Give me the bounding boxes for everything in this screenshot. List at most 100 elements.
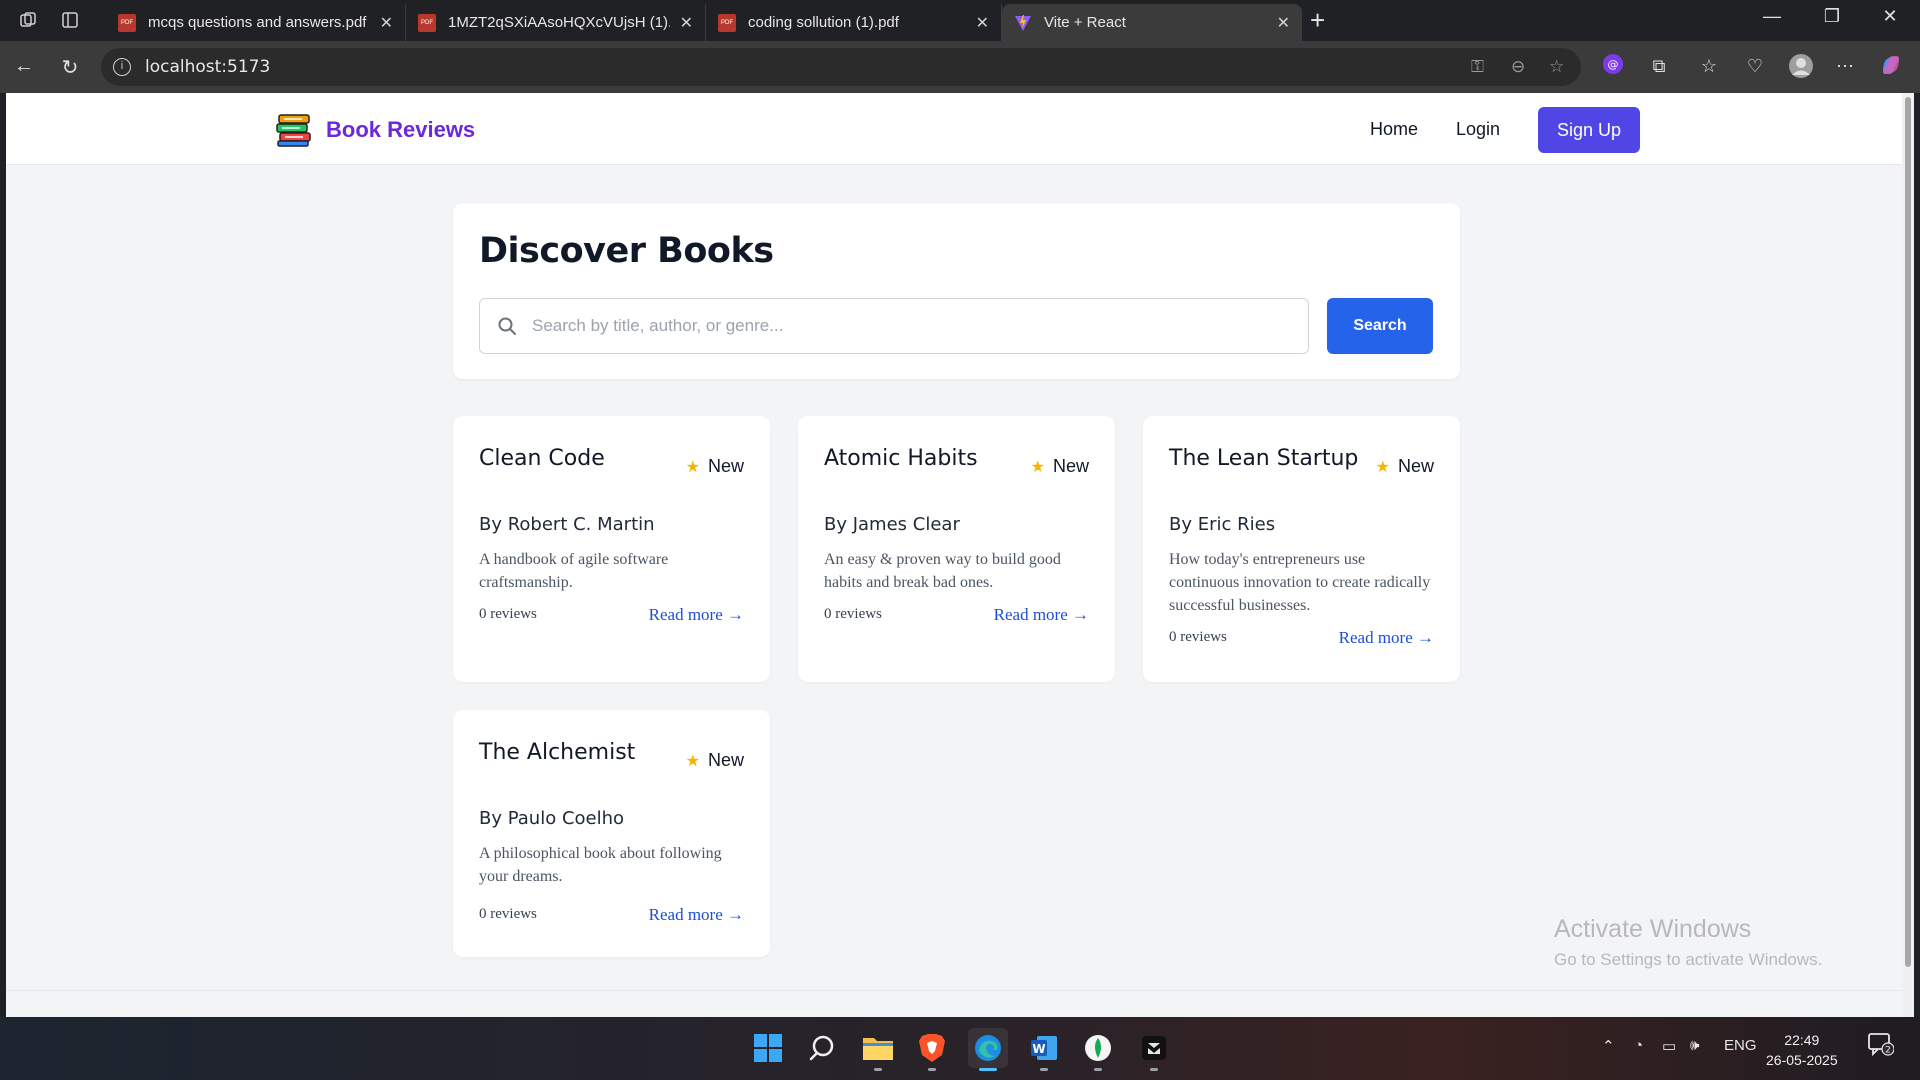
tray-overflow-icon[interactable]: ⌃ — [1602, 1037, 1615, 1055]
book-card[interactable]: Atomic Habits ★ New By James Clear An ea… — [798, 416, 1115, 682]
book-card[interactable]: The Alchemist ★ New By Paulo Coelho A ph… — [453, 710, 770, 957]
file-explorer-icon[interactable] — [858, 1028, 898, 1071]
book-card[interactable]: Clean Code ★ New By Robert C. Martin A h… — [453, 416, 770, 682]
watermark-subtitle: Go to Settings to activate Windows. — [1554, 950, 1823, 969]
app-icon[interactable] — [1134, 1028, 1174, 1071]
favorites-icon[interactable]: ☆ — [1696, 53, 1722, 79]
close-icon[interactable]: ✕ — [380, 13, 393, 33]
refresh-icon[interactable]: ↻ — [56, 55, 84, 80]
language-indicator[interactable]: ENG — [1724, 1037, 1757, 1054]
clock-date: 26-05-2025 — [1766, 1052, 1838, 1068]
address-bar[interactable]: i localhost:5173 ⚿ ⊖ ☆ — [101, 48, 1581, 86]
rating-text: New — [1052, 456, 1089, 476]
book-description: A handbook of agile software craftsmansh… — [479, 551, 669, 591]
wifi-icon[interactable]: ◔ — [1634, 1037, 1643, 1054]
book-title[interactable]: Clean Code — [479, 446, 605, 471]
tab-actions-icon[interactable] — [58, 9, 82, 31]
book-author: By Paulo Coelho — [479, 808, 625, 829]
mongodb-compass-icon[interactable] — [1078, 1028, 1118, 1071]
battery-icon[interactable]: ▭ — [1662, 1037, 1676, 1055]
clock[interactable]: 22:49 26-05-2025 — [1766, 1030, 1838, 1070]
rating-text: New — [707, 456, 744, 476]
tab-pdf-3[interactable]: PDF coding sollution (1).pdf ✕ — [706, 4, 1002, 41]
book-description: How today's entrepreneurs use continuous… — [1169, 551, 1431, 614]
svg-text:W: W — [1032, 1042, 1045, 1056]
read-more-link[interactable]: Read more → — [649, 905, 744, 925]
rating-badge: ★ New — [1031, 456, 1089, 477]
tab-pdf-1[interactable]: PDF mcqs questions and answers.pdf ✕ — [106, 4, 406, 41]
tab-vite-react[interactable]: Vite + React ✕ — [1002, 4, 1302, 41]
close-icon[interactable]: ✕ — [976, 13, 989, 33]
copilot-icon[interactable] — [1878, 53, 1904, 79]
brave-browser-icon[interactable] — [912, 1028, 952, 1071]
watermark-title: Activate Windows — [1554, 915, 1752, 943]
start-button-icon[interactable] — [748, 1028, 788, 1068]
footer-divider — [6, 990, 1902, 991]
windows-taskbar: W ⌃ ◔ ▭ 🕪 ENG 22:49 26-05-2025 2 — [0, 1017, 1920, 1080]
extensions-puzzle-icon[interactable]: ⧉ — [1646, 53, 1672, 79]
brand-name: Book Reviews — [326, 117, 476, 142]
new-tab-button[interactable]: + — [1310, 6, 1325, 34]
workspaces-icon[interactable] — [16, 9, 40, 31]
read-more-link[interactable]: Read more → — [994, 605, 1089, 625]
book-card[interactable]: The Lean Startup ★ New By Eric Ries How … — [1143, 416, 1460, 682]
more-options-icon[interactable]: ⋯ — [1832, 53, 1858, 79]
brand[interactable]: Book Reviews — [276, 113, 475, 147]
site-info-icon[interactable]: i — [113, 58, 131, 76]
rating-text: New — [1397, 456, 1434, 476]
page-scrollbar[interactable] — [1902, 93, 1914, 1017]
review-count: 0 reviews — [1169, 629, 1227, 645]
review-count: 0 reviews — [479, 606, 537, 622]
search-taskbar-icon[interactable] — [802, 1028, 842, 1068]
book-title[interactable]: The Alchemist — [479, 740, 635, 765]
zoom-icon[interactable]: ⊖ — [1511, 57, 1525, 77]
extension-icon[interactable]: @ — [1600, 53, 1626, 79]
read-more-link[interactable]: Read more → — [649, 605, 744, 625]
notification-count: 2 — [1885, 1046, 1891, 1056]
vite-icon — [1015, 14, 1031, 31]
search-field[interactable] — [479, 298, 1309, 354]
page-title: Discover Books — [479, 231, 774, 271]
signup-button[interactable]: Sign Up — [1538, 107, 1640, 153]
rating-badge: ★ New — [686, 456, 744, 477]
url-text[interactable]: localhost:5173 — [145, 57, 270, 77]
clock-time: 22:49 — [1784, 1032, 1820, 1048]
notifications-icon[interactable]: 2 — [1868, 1032, 1895, 1060]
window-close-icon[interactable]: ✕ — [1870, 6, 1910, 27]
books-logo-icon — [276, 114, 311, 147]
word-icon[interactable]: W — [1024, 1028, 1064, 1071]
review-count: 0 reviews — [824, 606, 882, 622]
scrollbar-thumb[interactable] — [1905, 97, 1911, 967]
book-title[interactable]: Atomic Habits — [824, 446, 978, 471]
restore-icon[interactable]: ❐ — [1812, 6, 1852, 27]
book-author: By Eric Ries — [1169, 514, 1276, 535]
volume-icon[interactable]: 🕪 — [1690, 1037, 1699, 1054]
pdf-icon: PDF — [418, 13, 436, 32]
close-icon[interactable]: ✕ — [1277, 13, 1290, 33]
review-count: 0 reviews — [479, 906, 537, 922]
pdf-icon: PDF — [718, 13, 736, 32]
close-icon[interactable]: ✕ — [680, 13, 693, 33]
favorite-star-icon[interactable]: ☆ — [1549, 57, 1564, 77]
profile-avatar-icon[interactable] — [1788, 53, 1814, 79]
book-title[interactable]: The Lean Startup — [1169, 446, 1358, 471]
svg-text:@: @ — [1608, 58, 1619, 71]
book-description: An easy & proven way to build good habit… — [824, 551, 1061, 591]
search-button[interactable]: Search — [1327, 298, 1433, 354]
minimize-icon[interactable]: — — [1752, 6, 1792, 27]
tab-pdf-2[interactable]: PDF 1MZT2qSXiAAsoHQXcVUjsH (1).p ✕ — [406, 4, 706, 41]
browser-essentials-icon[interactable]: ♡ — [1742, 53, 1768, 79]
search-icon — [498, 317, 516, 335]
key-icon[interactable]: ⚿ — [1471, 57, 1484, 77]
rating-badge: ★ New — [686, 750, 744, 771]
nav-login-link[interactable]: Login — [1456, 119, 1500, 140]
edge-browser-icon[interactable] — [968, 1028, 1008, 1071]
nav-home-link[interactable]: Home — [1370, 119, 1418, 140]
back-icon[interactable]: ← — [10, 55, 38, 78]
book-author: By Robert C. Martin — [479, 514, 655, 535]
app-header: Book Reviews Home Login Sign Up — [6, 93, 1902, 165]
search-input[interactable] — [532, 299, 1292, 353]
browser-tab-strip: PDF mcqs questions and answers.pdf ✕ PDF… — [0, 0, 1920, 41]
read-more-link[interactable]: Read more → — [1339, 628, 1434, 648]
address-bar-row: ← ↻ i localhost:5173 ⚿ ⊖ ☆ @ ⧉ ☆ ♡ ⋯ — [0, 41, 1920, 93]
